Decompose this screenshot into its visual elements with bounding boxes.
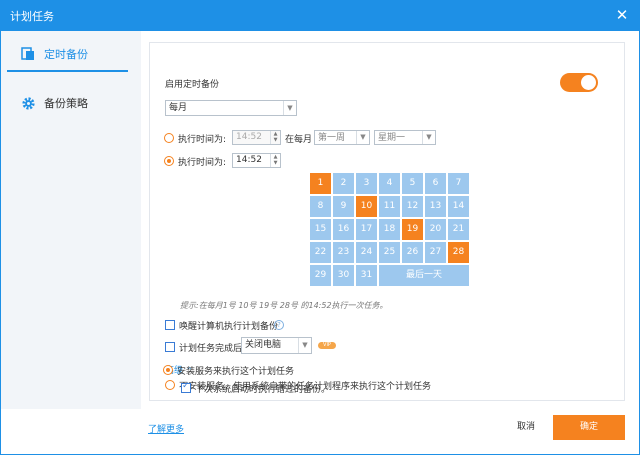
window-title: 计划任务: [10, 10, 54, 23]
calendar-day-1[interactable]: 1: [310, 173, 331, 194]
option-date-time[interactable]: 14:52 ▲ ▼: [232, 153, 281, 168]
frequency-select[interactable]: 每月 ▼: [165, 100, 297, 116]
sidebar-item-backup-strategy[interactable]: 备份策略: [7, 86, 128, 120]
enable-schedule-toggle[interactable]: [560, 73, 598, 92]
gear-icon: [20, 95, 36, 111]
ok-button[interactable]: 确定: [553, 415, 625, 440]
calendar-day-25[interactable]: 25: [379, 242, 400, 263]
calendar-day-24[interactable]: 24: [356, 242, 377, 263]
wake-computer-checkbox[interactable]: [165, 320, 175, 330]
sidebar-item-label: 定时备份: [44, 48, 88, 61]
after-task-label: 计划任务完成后: [179, 344, 243, 354]
schedule-panel: 启用定时备份 每月 ▼ 执行时间为: 14:52 ▲ ▼ 在每月 第一周 ▼ 星期…: [149, 42, 625, 401]
option-week-time[interactable]: 14:52 ▲ ▼: [232, 130, 281, 145]
catchup-checkbox[interactable]: [181, 381, 191, 393]
chevron-down-icon: ▼: [283, 101, 296, 115]
title-bar: 计划任务 ✕: [0, 0, 640, 31]
chevron-down-icon: ▼: [298, 338, 311, 353]
chevron-down-icon: ▼: [422, 131, 435, 144]
calendar-day-23[interactable]: 23: [333, 242, 354, 263]
sidebar-item-label: 备份策略: [44, 97, 88, 110]
install-service-label: 安装服务来执行这个计划任务: [177, 367, 295, 377]
after-task-checkbox[interactable]: [165, 342, 175, 352]
calendar-day-10[interactable]: 10: [356, 196, 377, 217]
close-icon[interactable]: ✕: [612, 5, 632, 25]
calendar-day-7[interactable]: 7: [448, 173, 469, 194]
sidebar-item-scheduled-backup[interactable]: 定时备份: [7, 38, 128, 72]
install-service-radio[interactable]: [163, 365, 173, 375]
vip-badge: VIP: [318, 342, 336, 349]
calendar-day-30[interactable]: 30: [333, 265, 354, 286]
calendar-last-day[interactable]: 最后一天: [379, 265, 469, 286]
calendar-day-16[interactable]: 16: [333, 219, 354, 240]
calendar-day-18[interactable]: 18: [379, 219, 400, 240]
enable-schedule-label: 启用定时备份: [165, 80, 220, 90]
frequency-value: 每月: [169, 103, 188, 113]
chevron-down-icon: ▼: [356, 131, 369, 144]
calendar-day-13[interactable]: 13: [425, 196, 446, 217]
week-select[interactable]: 第一周 ▼: [314, 130, 370, 145]
option-date-label: 执行时间为:: [178, 158, 227, 168]
calendar-day-19[interactable]: 19: [402, 219, 423, 240]
schedule-icon: [20, 46, 36, 62]
option-date-radio[interactable]: [164, 156, 174, 166]
calendar-day-2[interactable]: 2: [333, 173, 354, 194]
calendar-day-15[interactable]: 15: [310, 219, 331, 240]
sidebar: 定时备份 备份策略: [1, 31, 141, 409]
in-month-label: 在每月: [285, 135, 313, 145]
calendar-day-12[interactable]: 12: [402, 196, 423, 217]
calendar-day-21[interactable]: 21: [448, 219, 469, 240]
calendar-day-14[interactable]: 14: [448, 196, 469, 217]
help-icon[interactable]: ?: [274, 320, 284, 330]
spinner-icon[interactable]: ▲ ▼: [270, 131, 280, 144]
schedule-hint: 提示:在每月1号 10号 19号 28号 的14:52执行一次任务。: [180, 301, 388, 310]
calendar-day-5[interactable]: 5: [402, 173, 423, 194]
calendar-day-28[interactable]: 28: [448, 242, 469, 263]
calendar-day-11[interactable]: 11: [379, 196, 400, 217]
calendar-day-22[interactable]: 22: [310, 242, 331, 263]
toggle-knob: [581, 75, 596, 90]
spinner-icon[interactable]: ▲ ▼: [270, 154, 280, 167]
calendar-day-27[interactable]: 27: [425, 242, 446, 263]
no-service-radio[interactable]: [165, 380, 175, 390]
cancel-button[interactable]: 取消: [506, 415, 546, 439]
after-action-value: 关闭电脑: [245, 340, 282, 350]
calendar-day-9[interactable]: 9: [333, 196, 354, 217]
calendar-day-6[interactable]: 6: [425, 173, 446, 194]
calendar-day-26[interactable]: 26: [402, 242, 423, 263]
option-week-label: 执行时间为:: [178, 135, 227, 145]
option-date-time-value: 14:52: [236, 155, 262, 165]
option-week-time-value: 14:52: [236, 132, 262, 142]
calendar-day-3[interactable]: 3: [356, 173, 377, 194]
calendar-day-20[interactable]: 20: [425, 219, 446, 240]
option-week-radio[interactable]: [164, 133, 174, 143]
learn-more-link[interactable]: 了解更多: [148, 422, 184, 435]
weekday-select[interactable]: 星期一 ▼: [374, 130, 436, 145]
wake-computer-label: 唤醒计算机执行计划备份: [179, 322, 279, 332]
calendar-day-4[interactable]: 4: [379, 173, 400, 194]
after-action-select[interactable]: 关闭电脑 ▼: [241, 337, 312, 354]
calendar-day-29[interactable]: 29: [310, 265, 331, 286]
calendar-day-8[interactable]: 8: [310, 196, 331, 217]
calendar-day-31[interactable]: 31: [356, 265, 377, 286]
calendar-day-17[interactable]: 17: [356, 219, 377, 240]
catchup-label: 下次系统启动时执行错过的备份。: [195, 385, 331, 395]
week-value: 第一周: [318, 133, 346, 143]
weekday-value: 星期一: [378, 133, 406, 143]
